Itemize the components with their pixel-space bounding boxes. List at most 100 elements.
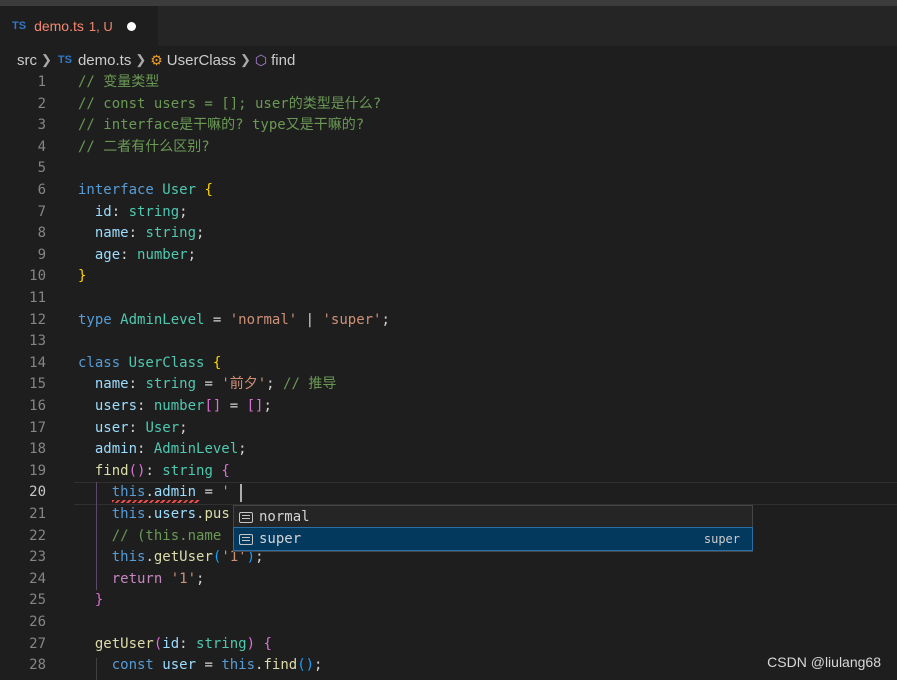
code-line[interactable]: name: string;	[78, 223, 205, 245]
code-token: users	[78, 398, 138, 414]
watermark: CSDN @liulang68	[767, 654, 881, 670]
code-token: :	[128, 225, 146, 242]
breadcrumb-method[interactable]: find	[271, 52, 295, 69]
code-token: number	[153, 398, 205, 414]
code-token: }	[78, 268, 87, 285]
code-line[interactable]: id: string;	[78, 202, 188, 224]
line-number: 13	[29, 333, 46, 350]
line-number: 12	[29, 311, 46, 328]
code-token: =	[196, 657, 222, 674]
line-number: 18	[29, 441, 46, 458]
code-token: // const users = []; user的类型是什么?	[78, 95, 382, 112]
line-number: 3	[37, 117, 46, 134]
line-number: 4	[37, 138, 46, 155]
code-line[interactable]: age: number;	[78, 245, 196, 267]
code-token: // 推导	[283, 376, 337, 393]
code-token: ;	[196, 570, 205, 587]
code-token: {	[204, 182, 213, 198]
code-line[interactable]: // 二者有什么区别?	[78, 137, 210, 159]
line-number: 20	[29, 484, 46, 501]
suggestion-super[interactable]: super super	[233, 527, 753, 551]
suggestion-label: super	[259, 531, 302, 547]
code-line[interactable]: const user = this.find();	[78, 655, 323, 677]
code-line[interactable]: class UserClass {	[78, 353, 221, 375]
code-line[interactable]: this.users.pus	[78, 504, 230, 526]
code-token: this	[221, 657, 256, 674]
suggest-widget: normal super super	[233, 505, 753, 552]
code-line[interactable]: }	[78, 266, 86, 288]
code-token: find	[263, 657, 298, 674]
enum-member-icon	[239, 511, 253, 523]
code-line[interactable]: users: number[] = [];	[78, 396, 272, 418]
code-token: ;	[314, 657, 323, 674]
code-line[interactable]: user: User;	[78, 418, 188, 440]
code-token: User	[162, 182, 205, 198]
code-token: {	[221, 462, 230, 479]
code-line[interactable]: type AdminLevel = 'normal' | 'super';	[78, 310, 390, 332]
code-line[interactable]: }	[78, 590, 103, 612]
line-number: 8	[37, 225, 46, 242]
code-token: =	[196, 376, 222, 393]
typescript-icon: TS	[57, 54, 72, 66]
code-token: ;	[196, 225, 205, 242]
code-token: ;	[263, 398, 272, 414]
tab-bar: TS demo.ts 1, U	[0, 6, 897, 46]
code-line[interactable]: // 变量类型	[78, 72, 159, 94]
code-line[interactable]: return '1';	[78, 569, 205, 591]
code-token: ;	[179, 419, 188, 436]
code-token: string	[196, 635, 247, 652]
line-number: 19	[29, 462, 46, 479]
code-line[interactable]: // const users = []; user的类型是什么?	[78, 94, 381, 116]
code-token: {	[212, 354, 222, 371]
code-line[interactable]: // interface是干嘛的? type又是干嘛的?	[78, 115, 364, 137]
code-token: .	[145, 484, 154, 501]
code-token: }	[78, 592, 104, 609]
code-token: // 变量类型	[78, 74, 160, 90]
line-number: 21	[29, 506, 46, 522]
code-line[interactable]: interface User {	[78, 180, 213, 202]
tab-label: demo.ts	[34, 18, 84, 34]
line-number: 24	[29, 570, 46, 587]
code-token: =	[221, 398, 247, 414]
unsaved-dot-icon[interactable]	[126, 21, 136, 31]
tab-demo-ts[interactable]: TS demo.ts 1, U	[0, 6, 158, 46]
code-token: age	[78, 246, 121, 263]
error-squiggle	[112, 500, 200, 503]
code-token: string	[145, 225, 197, 242]
code-token: :	[137, 441, 154, 458]
tab-status: 1, U	[88, 18, 113, 34]
code-token: []	[204, 398, 222, 414]
code-token: interface	[78, 182, 163, 198]
code-token: .	[145, 506, 154, 522]
line-number: 6	[37, 182, 46, 198]
breadcrumb-class[interactable]: UserClass	[167, 52, 236, 69]
code-line[interactable]: // (this.name	[78, 526, 222, 548]
code-line[interactable]: getUser(id: string) {	[78, 634, 272, 656]
chevron-right-icon: ❯	[239, 52, 251, 67]
code-token: id	[162, 635, 180, 652]
breadcrumb-file[interactable]: demo.ts	[78, 52, 131, 69]
code-line[interactable]: name: string = '前夕'; // 推导	[78, 374, 336, 396]
enum-member-icon	[239, 533, 253, 545]
code-line[interactable]: find(): string {	[78, 461, 230, 483]
code-token: type	[78, 311, 121, 328]
code-token: :	[128, 419, 146, 436]
code-token: getUser	[153, 549, 213, 566]
line-number: 27	[29, 635, 46, 652]
line-number: 5	[37, 160, 46, 177]
code-token: ;	[187, 246, 197, 263]
suggestion-normal[interactable]: normal	[234, 506, 752, 528]
code-token: ;	[266, 376, 284, 393]
line-number: 10	[29, 268, 46, 285]
code-token: ;	[381, 311, 390, 328]
line-number: 14	[29, 354, 46, 371]
code-token: user	[162, 657, 197, 674]
breadcrumb-src[interactable]: src	[17, 52, 37, 69]
code-token: ()	[297, 657, 315, 674]
code-token: 'normal'	[229, 311, 298, 328]
code-token: []	[246, 398, 264, 414]
code-line[interactable]: admin: AdminLevel;	[78, 439, 247, 461]
line-number: 22	[29, 527, 46, 544]
code-token: this	[78, 506, 146, 522]
code-token: =	[204, 311, 230, 328]
